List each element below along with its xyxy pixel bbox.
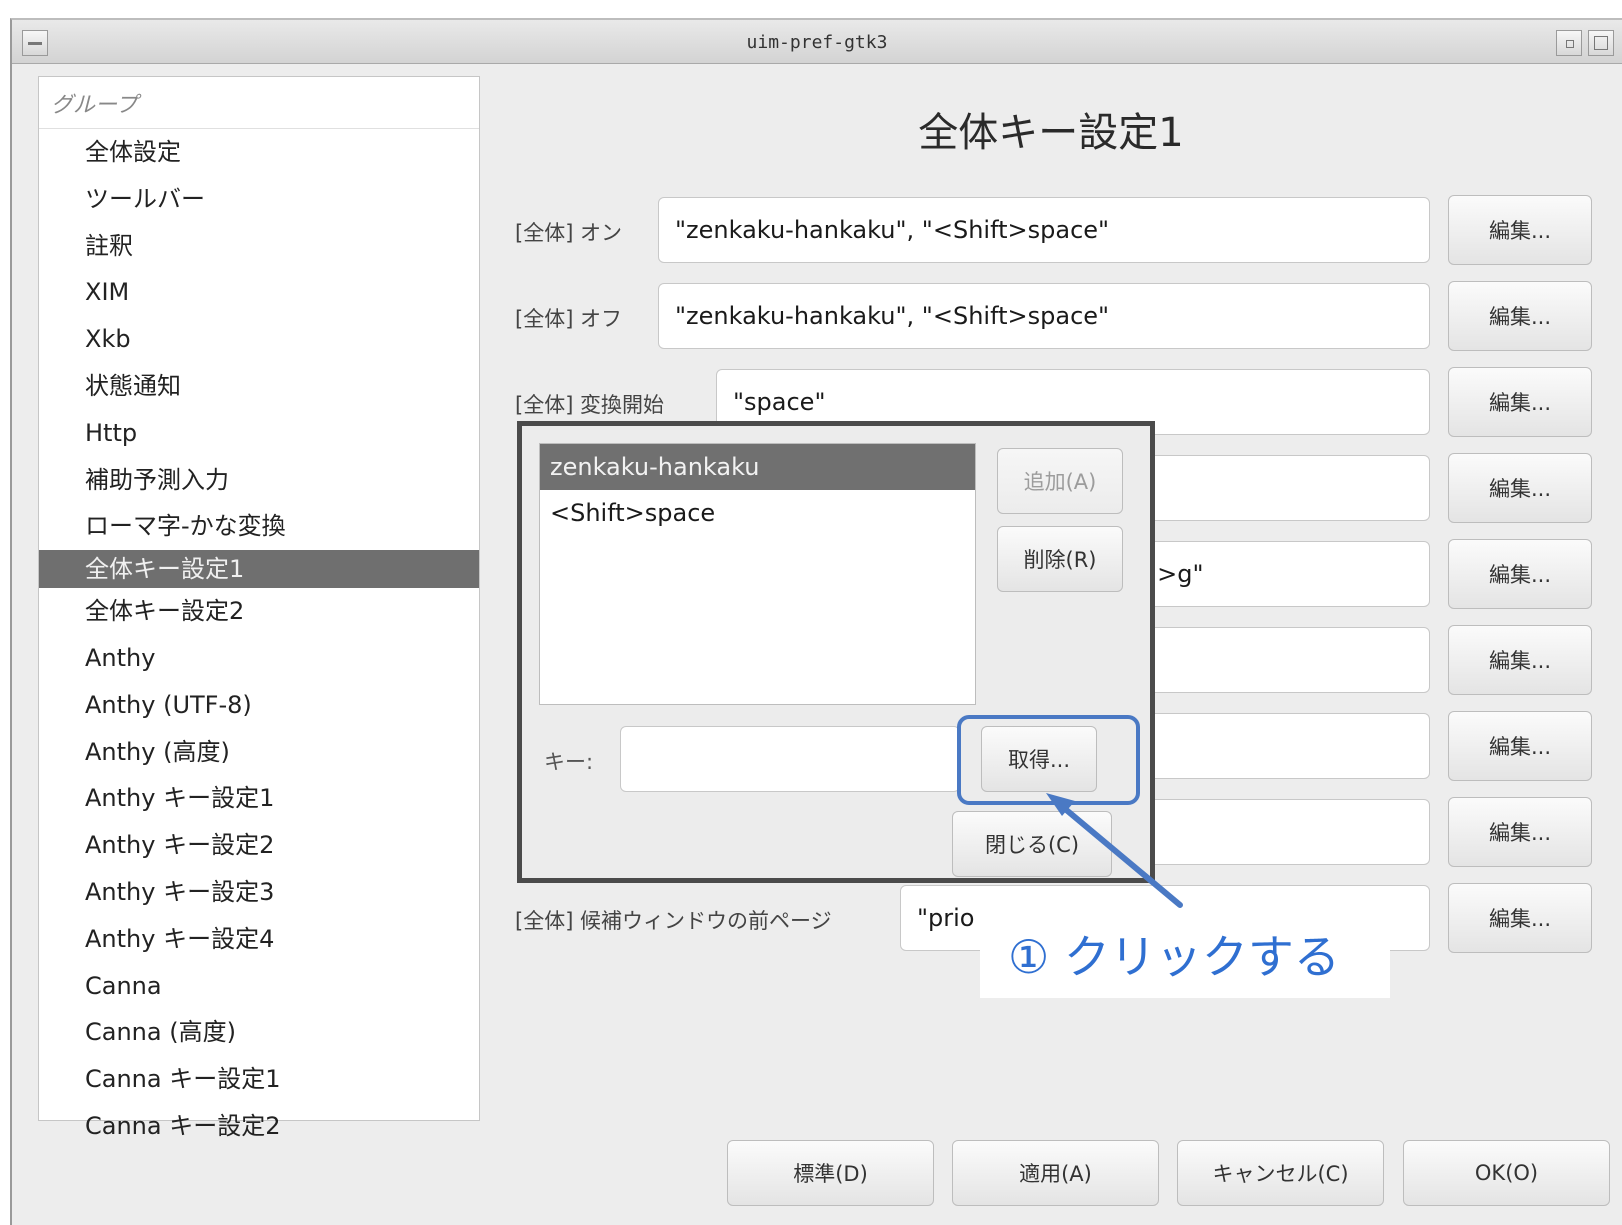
remove-button[interactable]: 削除(R) bbox=[997, 526, 1123, 592]
sidebar-item-canna-keys-1[interactable]: Canna キー設定1 bbox=[39, 1056, 479, 1103]
key-input[interactable] bbox=[620, 726, 960, 792]
edit-button-off[interactable]: 編集... bbox=[1448, 281, 1592, 351]
edit-button-on[interactable]: 編集... bbox=[1448, 195, 1592, 265]
list-item[interactable]: zenkaku-hankaku bbox=[540, 444, 975, 490]
apply-button[interactable]: 適用(A) bbox=[952, 1140, 1159, 1206]
edit-button-row-7[interactable]: 編集... bbox=[1448, 711, 1592, 781]
row-label-on: [全体] オン bbox=[515, 221, 623, 245]
edit-button-row-8[interactable]: 編集... bbox=[1448, 797, 1592, 867]
sidebar-item-anthy-advanced[interactable]: Anthy (高度) bbox=[39, 729, 479, 776]
window-title: uim-pref-gtk3 bbox=[746, 32, 888, 53]
key-label: キー: bbox=[544, 750, 594, 774]
row-label-prev-page: [全体] 候補ウィンドウの前ページ bbox=[515, 909, 832, 933]
sidebar-item-anthy-keys-3[interactable]: Anthy キー設定3 bbox=[39, 869, 479, 916]
edit-button-convert-start[interactable]: 編集... bbox=[1448, 367, 1592, 437]
sidebar-item-http[interactable]: Http bbox=[39, 410, 479, 457]
sidebar-item-canna[interactable]: Canna bbox=[39, 963, 479, 1010]
list-item[interactable]: <Shift>space bbox=[540, 490, 975, 536]
edit-button-prev-page[interactable]: 編集... bbox=[1448, 883, 1592, 953]
maximize-icon[interactable] bbox=[1588, 30, 1614, 56]
add-button[interactable]: 追加(A) bbox=[997, 448, 1123, 514]
minimize-icon[interactable] bbox=[1556, 30, 1582, 56]
sidebar-item-annotation[interactable]: 註釈 bbox=[39, 223, 479, 270]
edit-button-row-6[interactable]: 編集... bbox=[1448, 625, 1592, 695]
key-list: zenkaku-hankaku <Shift>space bbox=[539, 443, 976, 705]
cancel-button[interactable]: キャンセル(C) bbox=[1177, 1140, 1384, 1206]
row-label-off: [全体] オフ bbox=[515, 307, 623, 331]
default-button[interactable]: 標準(D) bbox=[727, 1140, 934, 1206]
group-list-header: グループ bbox=[39, 77, 479, 129]
ok-button[interactable]: OK(O) bbox=[1403, 1140, 1610, 1206]
highlight-box bbox=[957, 715, 1140, 805]
sidebar-item-canna-keys-2[interactable]: Canna キー設定2 bbox=[39, 1103, 479, 1150]
sidebar-item-anthy-keys-4[interactable]: Anthy キー設定4 bbox=[39, 916, 479, 963]
sidebar-item-global-keys-1[interactable]: 全体キー設定1 bbox=[39, 550, 479, 589]
sidebar-item-anthy-utf8[interactable]: Anthy (UTF-8) bbox=[39, 682, 479, 729]
sidebar-item-global[interactable]: 全体設定 bbox=[39, 129, 479, 176]
sidebar-item-canna-advanced[interactable]: Canna (高度) bbox=[39, 1009, 479, 1056]
sidebar-item-xim[interactable]: XIM bbox=[39, 269, 479, 316]
sidebar-item-anthy[interactable]: Anthy bbox=[39, 635, 479, 682]
page-title: 全体キー設定1 bbox=[918, 110, 1184, 156]
row-label-convert-start: [全体] 変換開始 bbox=[515, 393, 665, 417]
sidebar-item-romaji-kana[interactable]: ローマ字-かな変換 bbox=[39, 503, 479, 550]
key-field-off[interactable]: "zenkaku-hankaku", "<Shift>space" bbox=[658, 283, 1430, 349]
key-editor-dialog: zenkaku-hankaku <Shift>space 追加(A) 削除(R)… bbox=[517, 421, 1155, 883]
group-list-items: 全体設定 ツールバー 註釈 XIM Xkb 状態通知 Http 補助予測入力 ロ… bbox=[39, 129, 479, 1150]
edit-button-row-4[interactable]: 編集... bbox=[1448, 453, 1592, 523]
sidebar-item-prediction[interactable]: 補助予測入力 bbox=[39, 457, 479, 504]
sidebar-item-xkb[interactable]: Xkb bbox=[39, 316, 479, 363]
annotation-label: ① クリックする bbox=[980, 910, 1390, 998]
edit-button-row-5[interactable]: 編集... bbox=[1448, 539, 1592, 609]
close-button[interactable]: 閉じる(C) bbox=[952, 811, 1112, 877]
sidebar-item-toolbar[interactable]: ツールバー bbox=[39, 176, 479, 223]
title-bar[interactable]: uim-pref-gtk3 bbox=[12, 20, 1622, 64]
sidebar-item-anthy-keys-2[interactable]: Anthy キー設定2 bbox=[39, 822, 479, 869]
sidebar-item-anthy-keys-1[interactable]: Anthy キー設定1 bbox=[39, 775, 479, 822]
key-field-on[interactable]: "zenkaku-hankaku", "<Shift>space" bbox=[658, 197, 1430, 263]
sidebar-item-status-notify[interactable]: 状態通知 bbox=[39, 363, 479, 410]
group-list: グループ 全体設定 ツールバー 註釈 XIM Xkb 状態通知 Http 補助予… bbox=[38, 76, 480, 1140]
sidebar-item-global-keys-2[interactable]: 全体キー設定2 bbox=[39, 588, 479, 635]
